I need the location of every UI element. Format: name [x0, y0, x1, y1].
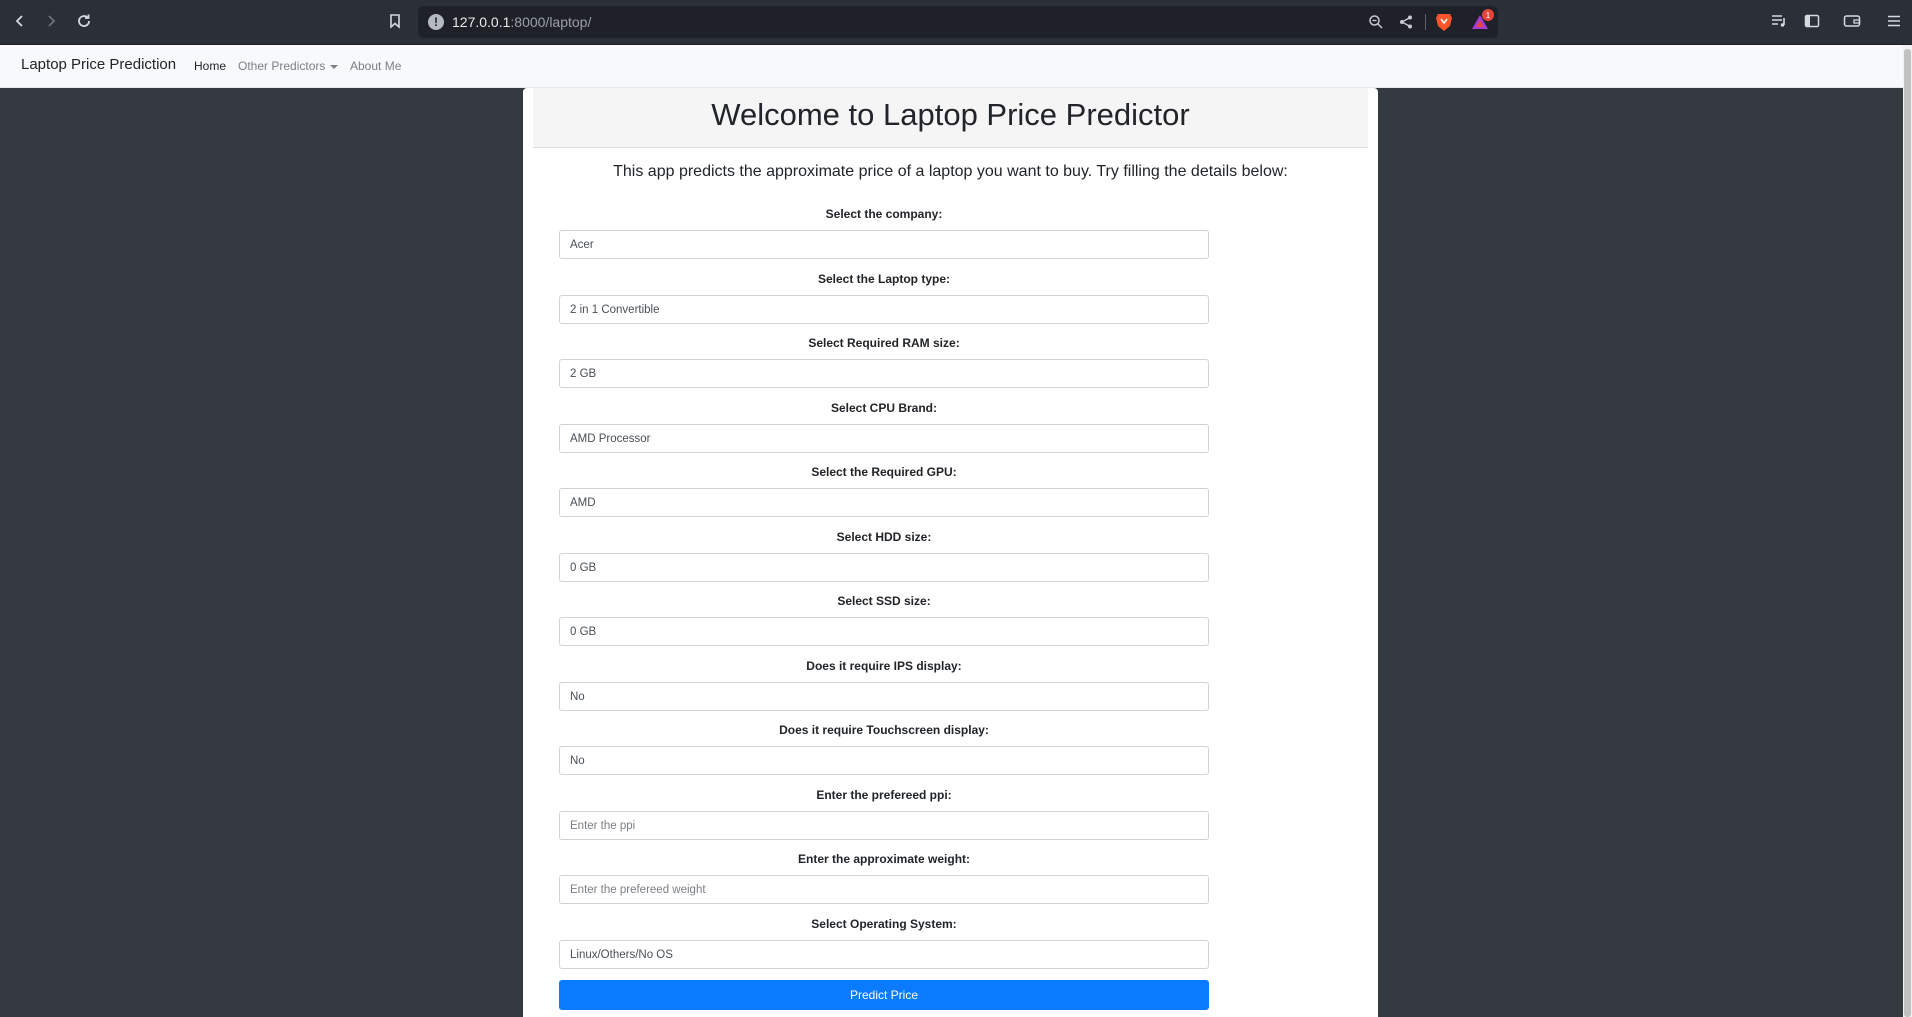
intro-text: This app predicts the approximate price … [613, 163, 1288, 180]
forward-icon[interactable] [40, 10, 62, 32]
ssd-label: Select SSD size: [837, 594, 931, 608]
omnibox-separator [1425, 14, 1426, 30]
ips-label: Does it require IPS display: [806, 659, 962, 673]
touchscreen-select[interactable]: No [559, 746, 1209, 775]
hdd-label: Select HDD size: [836, 530, 932, 544]
os-select[interactable]: Linux/Others/No OS [559, 940, 1209, 969]
ssd-select[interactable]: 0 GB [559, 617, 1209, 646]
sidebar-toggle-icon[interactable] [1801, 10, 1823, 32]
address-bar[interactable]: ! 127.0.0.1:8000/laptop/ 1 [418, 6, 1498, 38]
laptop-type-select[interactable]: 2 in 1 Convertible [559, 295, 1209, 324]
browser-toolbar: ! 127.0.0.1:8000/laptop/ 1 [0, 0, 1912, 45]
ips-select[interactable]: No [559, 682, 1209, 711]
menu-icon[interactable] [1883, 10, 1905, 32]
laptop-type-label: Select the Laptop type: [817, 272, 951, 286]
share-icon[interactable] [1396, 12, 1416, 32]
brave-shields-icon[interactable] [1435, 12, 1453, 32]
ppi-label: Enter the prefereed ppi: [816, 788, 952, 802]
site-navbar: Laptop Price Prediction Home Other Predi… [0, 45, 1903, 88]
cpu-brand-label: Select CPU Brand: [830, 401, 938, 415]
cpu-brand-select[interactable]: AMD Processor [559, 424, 1209, 453]
caret-down-icon [330, 64, 339, 69]
page-title: Welcome to Laptop Price Predictor [711, 97, 1190, 132]
company-label: Select the company: [825, 207, 943, 221]
playlist-icon[interactable] [1768, 10, 1790, 32]
os-label: Select Operating System: [811, 917, 957, 931]
rewards-badge: 1 [1482, 9, 1494, 21]
predictor-card: Welcome to Laptop Price Predictor This a… [523, 88, 1378, 1017]
navbar-brand[interactable]: Laptop Price Prediction [21, 56, 176, 73]
card-header: Welcome to Laptop Price Predictor [533, 88, 1368, 148]
page-scrollbar[interactable] [1903, 45, 1912, 1017]
site-info-icon[interactable]: ! [428, 14, 444, 30]
address-url: 127.0.0.1:8000/laptop/ [452, 14, 592, 30]
ppi-input[interactable] [559, 811, 1209, 840]
gpu-select[interactable]: AMD [559, 488, 1209, 517]
gpu-label: Select the Required GPU: [811, 465, 957, 479]
predict-price-button[interactable]: Predict Price [559, 980, 1209, 1010]
nav-link-home[interactable]: Home [194, 59, 226, 73]
wallet-icon[interactable] [1841, 10, 1863, 32]
back-icon[interactable] [9, 10, 31, 32]
reload-icon[interactable] [73, 10, 95, 32]
ram-label: Select Required RAM size: [808, 336, 960, 350]
ram-select[interactable]: 2 GB [559, 359, 1209, 388]
bookmark-icon[interactable] [384, 10, 406, 32]
weight-input[interactable] [559, 875, 1209, 904]
scrollbar-thumb[interactable] [1904, 49, 1911, 1017]
nav-link-about-me[interactable]: About Me [350, 59, 401, 73]
company-select[interactable]: Acer [559, 230, 1209, 259]
weight-label: Enter the approximate weight: [797, 852, 971, 866]
nav-dropdown-other-predictors[interactable]: Other Predictors [238, 59, 339, 73]
zoom-icon[interactable] [1366, 12, 1386, 32]
hdd-select[interactable]: 0 GB [559, 553, 1209, 582]
nav-dropdown-label: Other Predictors [238, 59, 326, 73]
touchscreen-label: Does it require Touchscreen display: [779, 723, 989, 737]
